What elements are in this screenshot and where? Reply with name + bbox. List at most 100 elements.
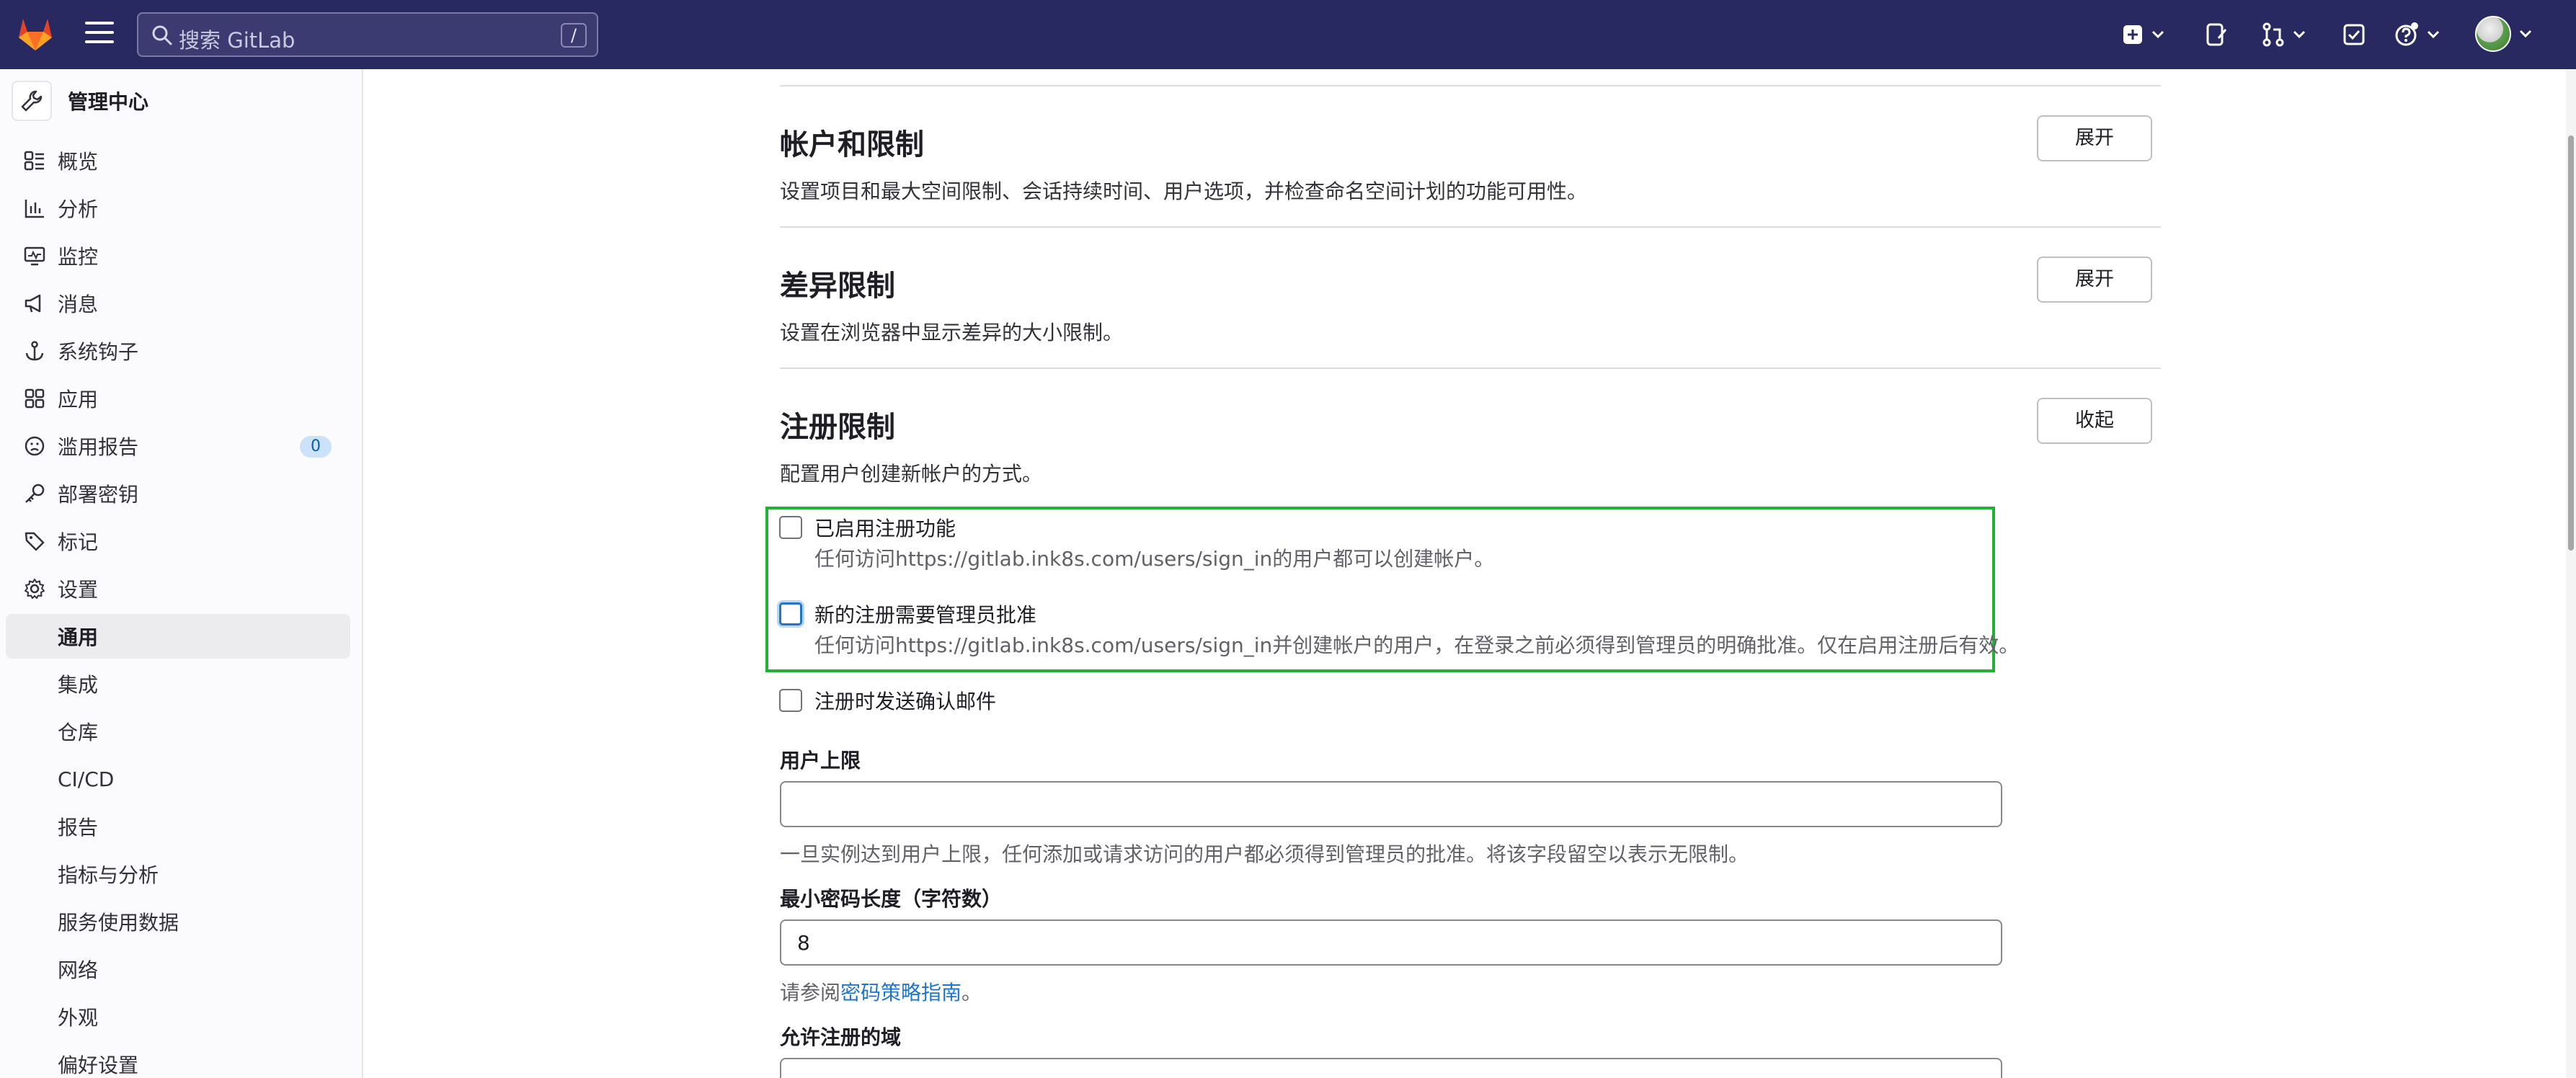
user-cap-label: 用户上限 (780, 749, 861, 772)
section-title-diff-limits: 差异限制 (780, 270, 895, 303)
sidebar-subitem-integrations[interactable]: 集成 (6, 662, 350, 706)
user-cap-input[interactable] (780, 781, 2002, 827)
sidebar-item-monitor[interactable]: 监控 (6, 233, 350, 278)
sidebar-item-overview[interactable]: 概览 (6, 138, 350, 183)
merge-requests-button[interactable] (2262, 17, 2306, 52)
min-password-length-help: 请参阅密码策略指南。 (780, 977, 982, 1006)
hamburger-menu-button[interactable] (85, 22, 114, 48)
hamburger-icon-line (85, 31, 114, 34)
help-icon (2395, 22, 2418, 46)
issues-button[interactable] (2206, 17, 2229, 52)
overview-icon (22, 148, 48, 174)
sidebar-subitem-label: CI/CD (58, 767, 115, 791)
require-admin-approval-label: 新的注册需要管理员批准 (814, 603, 1037, 627)
section-title-signup-restrictions: 注册限制 (780, 411, 895, 444)
sidebar-subitem-appearance[interactable]: 外观 (6, 994, 350, 1039)
search-shortcut-key: / (561, 23, 587, 48)
sidebar-subitem-label: 指标与分析 (58, 863, 159, 887)
sidebar-item-applications[interactable]: 应用 (6, 376, 350, 421)
user-menu-button[interactable] (2475, 16, 2533, 52)
abuse-icon (22, 433, 48, 459)
hamburger-icon-line (85, 40, 114, 43)
signup-enabled-help: 任何访问https://gitlab.ink8s.com/users/sign_… (814, 547, 1495, 571)
hook-icon (22, 338, 48, 364)
sidebar-item-deploy-keys[interactable]: 部署密钥 (6, 471, 350, 516)
password-policy-guide-link[interactable]: 密码策略指南 (840, 981, 961, 1004)
sidebar-item-label: 滥用报告 (58, 435, 139, 459)
search-input[interactable]: 搜索 GitLab / (137, 12, 598, 57)
gitlab-logo-icon[interactable] (16, 16, 55, 52)
help-prefix: 请参阅 (780, 981, 841, 1004)
sidebar-subitem-metrics[interactable]: 指标与分析 (6, 852, 350, 896)
sidebar-item-analytics[interactable]: 分析 (6, 186, 350, 231)
send-confirmation-email-label: 注册时发送确认邮件 (814, 690, 997, 713)
sidebar-subitem-network[interactable]: 网络 (6, 947, 350, 992)
sidebar-subitem-reporting[interactable]: 报告 (6, 804, 350, 849)
sidebar-subitem-repository[interactable]: 仓库 (6, 709, 350, 754)
sidebar-subitem-label: 外观 (58, 1006, 99, 1030)
sidebar-subitem-service-usage[interactable]: 服务使用数据 (6, 899, 350, 944)
sidebar-item-messages[interactable]: 消息 (6, 281, 350, 326)
sidebar: 管理中心 概览 分析 监控 消息 系统钩子 应用 滥用报告 0 部署密钥 标记 … (0, 69, 363, 1078)
page-scrollbar[interactable] (2566, 69, 2576, 1078)
collapse-signup-restrictions-button[interactable]: 收起 (2037, 398, 2152, 444)
sidebar-item-abuse-reports[interactable]: 滥用报告 0 (6, 424, 350, 468)
sidebar-item-label: 概览 (58, 150, 99, 174)
search-icon (152, 25, 172, 45)
sidebar-subitem-label: 报告 (58, 816, 99, 839)
todos-icon (2343, 24, 2365, 45)
allowed-domains-input[interactable] (780, 1058, 2002, 1078)
hamburger-icon-line (85, 22, 114, 24)
help-suffix: 。 (961, 981, 982, 1004)
todos-button[interactable] (2342, 17, 2366, 52)
sidebar-item-label: 系统钩子 (58, 340, 139, 364)
help-button[interactable] (2394, 17, 2440, 52)
section-description-signup-restrictions: 配置用户创建新帐户的方式。 (780, 462, 1043, 486)
monitor-icon (22, 243, 48, 269)
abuse-count-badge: 0 (300, 436, 332, 458)
sidebar-subitem-label: 网络 (58, 958, 99, 982)
sidebar-item-label: 设置 (58, 578, 99, 602)
signup-enabled-label: 已启用注册功能 (814, 517, 956, 540)
sidebar-subitem-label: 偏好设置 (58, 1054, 139, 1077)
expand-account-limits-button[interactable]: 展开 (2037, 115, 2152, 161)
sidebar-item-label: 分析 (58, 197, 99, 221)
user-cap-help: 一旦实例达到用户上限，任何添加或请求访问的用户都必须得到管理员的批准。将该字段留… (780, 842, 1749, 866)
sidebar-header[interactable]: 管理中心 (12, 79, 148, 122)
sidebar-title: 管理中心 (68, 90, 149, 114)
analytics-icon (22, 195, 48, 221)
settings-icon (22, 576, 48, 602)
scrollbar-thumb[interactable] (2568, 135, 2574, 551)
merge-requests-icon (2262, 22, 2284, 47)
chevron-down-icon (2427, 30, 2440, 39)
section-divider (780, 226, 2161, 228)
new-item-icon (2123, 25, 2142, 44)
new-item-button[interactable] (2122, 17, 2165, 52)
sidebar-subitem-label: 服务使用数据 (58, 911, 179, 935)
sidebar-item-labels[interactable]: 标记 (6, 519, 350, 564)
chevron-down-icon (2293, 30, 2306, 39)
min-password-length-label: 最小密码长度（字符数） (780, 887, 1003, 911)
sidebar-subitem-preferences[interactable]: 偏好设置 (6, 1042, 350, 1078)
avatar (2475, 16, 2511, 52)
chevron-down-icon (2519, 30, 2532, 38)
top-bar: 搜索 GitLab / (0, 0, 2576, 69)
sidebar-item-settings[interactable]: 设置 (6, 566, 350, 611)
require-admin-approval-help: 任何访问https://gitlab.ink8s.com/users/sign_… (814, 633, 2020, 657)
require-admin-approval-checkbox[interactable] (779, 602, 802, 625)
chevron-down-icon (2151, 30, 2164, 39)
sidebar-item-label: 部署密钥 (58, 483, 139, 507)
min-password-length-input[interactable] (780, 919, 2002, 966)
sidebar-subitem-label: 集成 (58, 673, 99, 697)
expand-diff-limits-button[interactable]: 展开 (2037, 257, 2152, 303)
sidebar-subitem-general[interactable]: 通用 (6, 614, 350, 659)
signup-enabled-checkbox[interactable] (779, 516, 802, 539)
sidebar-item-label: 消息 (58, 293, 99, 316)
sidebar-subitem-cicd[interactable]: CI/CD (6, 757, 350, 801)
send-confirmation-email-checkbox[interactable] (779, 689, 802, 712)
sidebar-subitem-label: 仓库 (58, 721, 99, 744)
sidebar-item-label: 监控 (58, 245, 99, 269)
admin-wrench-icon (12, 81, 52, 121)
sidebar-item-system-hooks[interactable]: 系统钩子 (6, 329, 350, 373)
sidebar-item-label: 标记 (58, 530, 99, 554)
